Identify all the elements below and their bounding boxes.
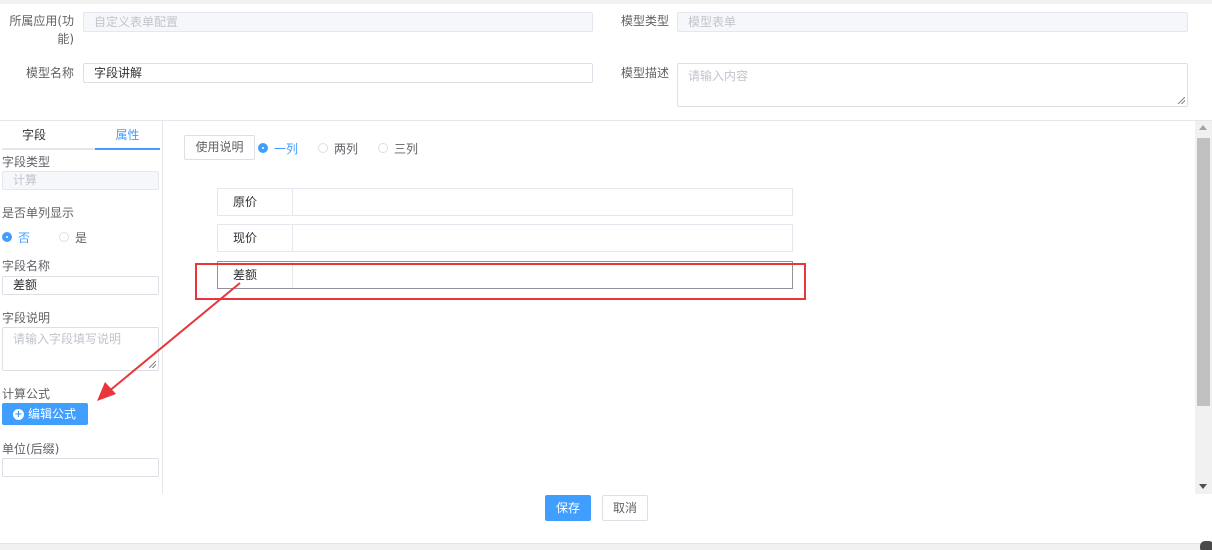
- column-layout-radio-group: 一列 两列 三列: [258, 140, 418, 156]
- model-type-label: 模型类型: [620, 14, 669, 28]
- field-desc-label: 字段说明: [2, 311, 51, 325]
- radio-three-column-label[interactable]: 三列: [394, 140, 418, 157]
- resize-handle-icon[interactable]: [149, 361, 156, 368]
- scroll-up-arrow-icon[interactable]: [1199, 125, 1207, 130]
- form-field-label: 原价: [218, 189, 293, 215]
- cancel-button[interactable]: 取消: [602, 495, 648, 521]
- model-desc-placeholder: 请输入内容: [688, 69, 749, 83]
- scroll-down-arrow-icon[interactable]: [1199, 484, 1207, 489]
- radio-no[interactable]: [2, 232, 12, 242]
- highlight-box: [195, 263, 806, 300]
- top-divider: [0, 0, 1212, 4]
- header-divider: [0, 120, 1212, 121]
- model-desc-label: 模型描述: [620, 66, 669, 80]
- radio-three-column[interactable]: [378, 143, 389, 153]
- model-name-label: 模型名称: [25, 66, 74, 80]
- form-field-label: 现价: [218, 225, 293, 251]
- radio-two-column-label[interactable]: 两列: [334, 140, 358, 157]
- properties-sidebar: 字段 属性 字段类型 计算 是否单列显示 否 是 字段名称 差额 字段说明 请输…: [0, 121, 163, 494]
- app-input: 自定义表单配置: [83, 12, 593, 32]
- edit-formula-button[interactable]: + 编辑公式: [2, 403, 88, 425]
- form-field-row[interactable]: 原价: [217, 188, 793, 216]
- resize-handle-icon[interactable]: [1178, 97, 1185, 104]
- field-desc-textarea[interactable]: 请输入字段填写说明: [2, 327, 159, 371]
- field-name-label: 字段名称: [2, 259, 51, 273]
- radio-two-column[interactable]: [318, 143, 329, 153]
- vertical-scrollbar[interactable]: [1195, 121, 1212, 494]
- tab-properties[interactable]: 属性: [95, 127, 160, 149]
- unit-label: 单位(后缀): [2, 442, 60, 456]
- tab-active-indicator: [95, 148, 160, 150]
- tab-divider: [2, 148, 95, 150]
- field-name-input[interactable]: 差额: [2, 276, 159, 295]
- unit-input[interactable]: [2, 458, 159, 477]
- single-column-label: 是否单列显示: [2, 206, 75, 220]
- model-desc-textarea[interactable]: 请输入内容: [677, 63, 1188, 107]
- single-column-radio-group: 否 是: [2, 229, 87, 245]
- scrollbar-thumb[interactable]: [1197, 138, 1210, 406]
- bottom-bar: [0, 543, 1212, 550]
- model-name-input[interactable]: 字段讲解: [83, 63, 593, 83]
- tab-fields[interactable]: 字段: [0, 127, 68, 149]
- radio-no-label[interactable]: 否: [18, 229, 30, 246]
- app-label: 所属应用(功能): [9, 14, 74, 46]
- radio-yes[interactable]: [59, 232, 70, 242]
- radio-yes-label[interactable]: 是: [75, 229, 87, 246]
- save-button[interactable]: 保存: [545, 495, 591, 521]
- plus-circle-icon: +: [13, 408, 24, 420]
- formula-label: 计算公式: [2, 387, 51, 401]
- edit-formula-label: 编辑公式: [28, 407, 77, 421]
- model-type-input: 模型表单: [677, 12, 1188, 32]
- radio-one-column-label[interactable]: 一列: [274, 140, 298, 157]
- form-field-row[interactable]: 现价: [217, 224, 793, 252]
- usage-button[interactable]: 使用说明: [184, 135, 255, 160]
- field-type-label: 字段类型: [2, 155, 51, 169]
- corner-widget-icon: [1200, 541, 1212, 550]
- radio-one-column[interactable]: [258, 143, 268, 153]
- field-desc-placeholder: 请输入字段填写说明: [13, 332, 122, 346]
- field-type-input: 计算: [2, 171, 159, 190]
